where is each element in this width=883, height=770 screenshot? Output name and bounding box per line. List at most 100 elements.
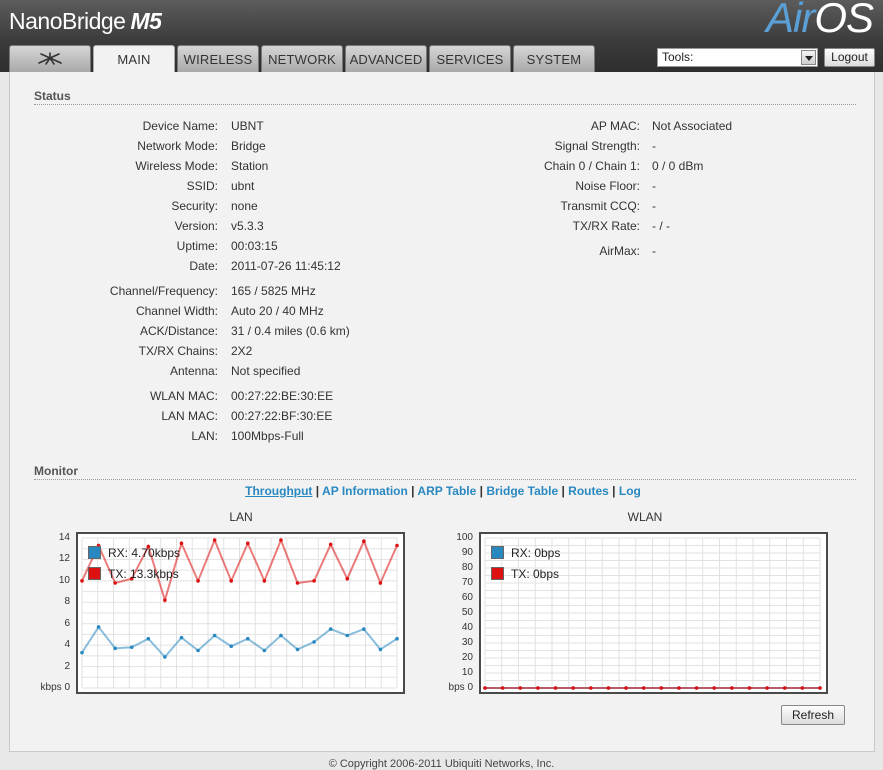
y-tick-label: bps 0 [430, 682, 473, 693]
monitor-link-ap-information[interactable]: AP Information [322, 484, 408, 498]
monitor-link-routes[interactable]: Routes [568, 484, 609, 498]
status-value: - [652, 244, 656, 258]
status-value: v5.3.3 [231, 219, 264, 233]
tab-services[interactable]: SERVICES [429, 45, 511, 72]
status-label: ACK/Distance: [139, 324, 218, 338]
data-point [96, 625, 101, 629]
data-point [295, 647, 300, 652]
status-value: 00:03:15 [231, 239, 278, 253]
data-point [730, 686, 734, 690]
tab-ubiquiti-logo[interactable] [9, 45, 91, 72]
status-value: Bridge [231, 139, 266, 153]
tab-system[interactable]: SYSTEM [513, 45, 595, 72]
status-value: - [652, 179, 656, 193]
wlan-chart: RX: 0bps TX: 0bps [479, 532, 828, 694]
lan-legend-rx-label: RX: 4.70kbps [108, 546, 181, 560]
monitor-link-arp-table[interactable]: ARP Table [417, 484, 476, 498]
y-tick-label: 4 [64, 639, 70, 651]
status-label: Version: [174, 219, 218, 233]
y-tick-label: 10 [58, 574, 70, 586]
data-point [196, 648, 200, 653]
status-value: 100Mbps-Full [231, 429, 304, 443]
status-label: LAN MAC: [161, 409, 218, 423]
y-tick-label: 40 [461, 622, 473, 633]
wlan-legend-tx-label: TX: 0bps [511, 567, 560, 581]
status-label: Noise Floor: [575, 179, 640, 193]
status-label: Date: [189, 259, 218, 273]
refresh-button[interactable]: Refresh [781, 705, 845, 725]
link-separator: | [608, 484, 619, 498]
data-point [606, 686, 611, 690]
brand-name: NanoBridge [9, 8, 126, 34]
data-point [395, 636, 399, 641]
y-tick-label: kbps 0 [20, 682, 70, 693]
link-separator: | [558, 484, 569, 498]
tab-wireless[interactable]: WIRELESS [177, 45, 259, 72]
tab-main[interactable]: MAIN [93, 45, 175, 73]
y-tick-value: 0 [467, 682, 473, 693]
data-point [328, 627, 333, 631]
status-value: Not Associated [652, 119, 733, 133]
data-point [312, 579, 316, 583]
status-value: 31 / 0.4 miles (0.6 km) [231, 324, 350, 338]
status-label: AirMax: [599, 244, 640, 258]
data-point [395, 543, 399, 548]
y-tick-label: 10 [461, 667, 473, 678]
data-point [212, 633, 217, 638]
data-point [659, 686, 664, 690]
data-point [279, 633, 283, 638]
monitor-link-throughput[interactable]: Throughput [245, 484, 312, 498]
data-point [295, 581, 300, 585]
data-point [518, 686, 523, 690]
data-point [179, 541, 184, 546]
data-point [378, 647, 383, 652]
data-point [196, 579, 200, 583]
lan-chart-title: LAN [229, 510, 253, 524]
data-point [345, 633, 350, 638]
link-separator: | [476, 484, 487, 498]
y-tick-label: 100 [456, 532, 473, 543]
data-point [624, 686, 628, 690]
data-point [378, 581, 383, 585]
tab-network[interactable]: NETWORK [261, 45, 343, 72]
data-point [212, 538, 217, 542]
logout-button[interactable]: Logout [824, 48, 875, 67]
status-value: Auto 20 / 40 MHz [231, 304, 324, 318]
status-label: Signal Strength: [554, 139, 640, 153]
lan-legend-rx: RX: 4.70kbps [88, 546, 180, 560]
chevron-down-icon[interactable] [801, 50, 816, 65]
y-tick-label: 50 [461, 607, 473, 618]
status-label: LAN: [191, 429, 218, 443]
y-tick-label: 14 [58, 532, 70, 543]
brand-model: M5 [130, 8, 162, 34]
rx-swatch [88, 546, 101, 559]
monitor-title: Monitor [34, 464, 78, 478]
data-point [163, 598, 167, 602]
tx-swatch [88, 567, 101, 580]
monitor-link-bridge-table[interactable]: Bridge Table [486, 484, 558, 498]
lan-legend-tx: TX: 13.3kbps [88, 567, 179, 581]
y-tick-label: 6 [64, 617, 70, 629]
wlan-legend-tx: TX: 0bps [491, 567, 559, 581]
data-point [712, 686, 717, 690]
data-point [229, 644, 234, 649]
y-tick-label: 90 [461, 547, 473, 558]
status-value: 00:27:22:BF:30:EE [231, 409, 333, 423]
status-value: Station [231, 159, 269, 173]
status-value: Not specified [231, 364, 301, 378]
status-label: TX/RX Chains: [138, 344, 218, 358]
y-tick-label: 70 [461, 577, 473, 588]
data-point [245, 541, 250, 546]
wlan-chart-title: WLAN [627, 510, 663, 524]
monitor-link-log[interactable]: Log [619, 484, 641, 498]
status-label: TX/RX Rate: [572, 219, 640, 233]
data-point [163, 655, 167, 659]
monitor-links: Throughput | AP Information | ARP Table … [10, 484, 876, 498]
tab-advanced[interactable]: ADVANCED [345, 45, 427, 72]
tools-select[interactable]: Tools: [657, 48, 818, 67]
data-point [782, 686, 787, 690]
data-point [262, 579, 267, 583]
data-point [694, 686, 699, 690]
data-point [747, 686, 752, 690]
data-point [80, 650, 84, 655]
